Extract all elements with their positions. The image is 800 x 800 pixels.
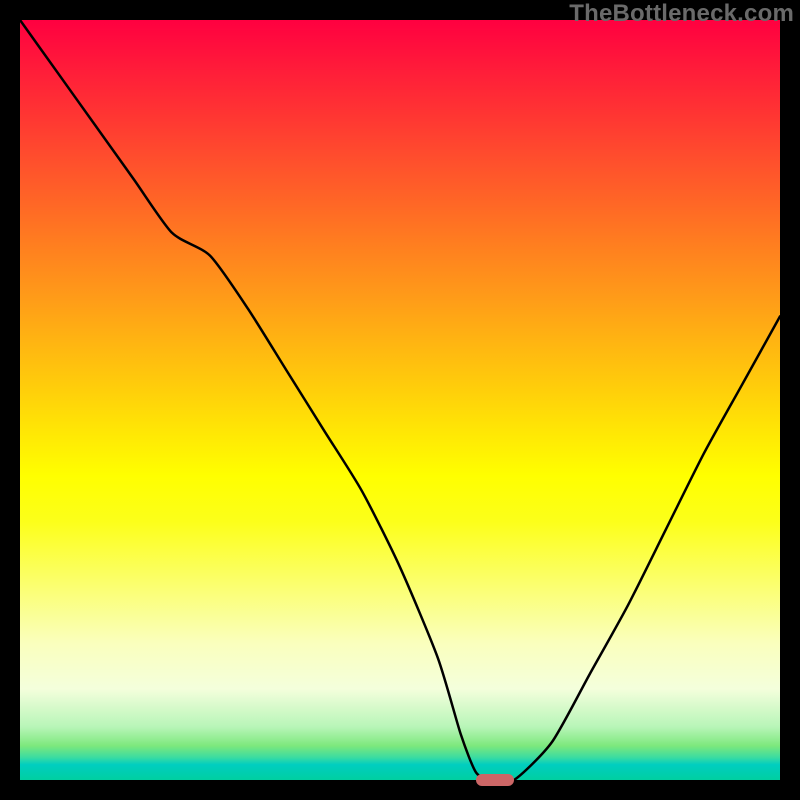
- plot-area: [20, 20, 780, 780]
- watermark-text: TheBottleneck.com: [569, 0, 794, 28]
- optimal-marker: [476, 774, 514, 786]
- chart-frame: TheBottleneck.com: [0, 0, 800, 800]
- bottleneck-curve: [20, 20, 780, 780]
